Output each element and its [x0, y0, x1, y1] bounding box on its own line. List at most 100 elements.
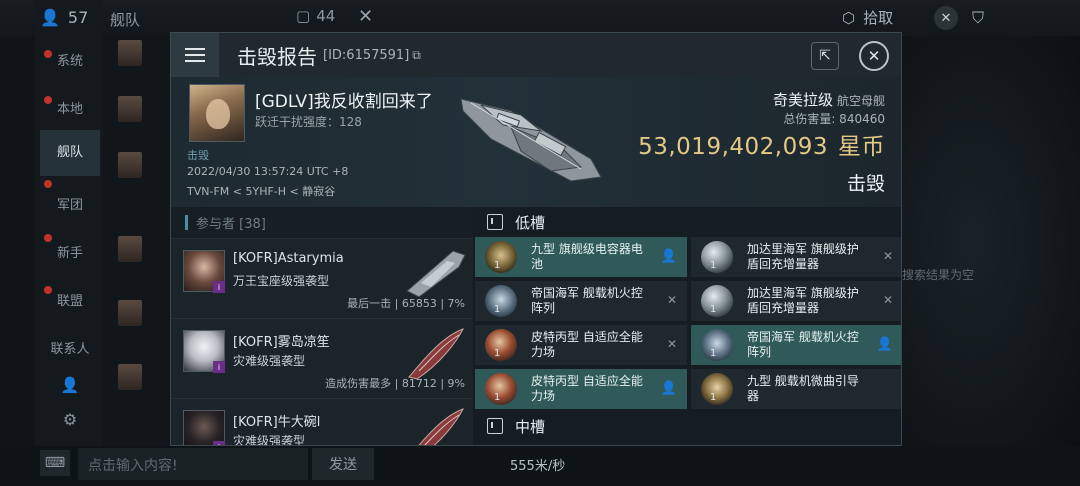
victim-name[interactable]: [GDLV]我反收割回来了 — [255, 87, 433, 112]
module-slot[interactable]: 1 帝国海军 舰载机火控阵列 👤 — [691, 325, 901, 365]
module-slot[interactable]: 1 九型 旗舰级电容器电池 👤 — [475, 237, 687, 277]
participant-ship: 灾难级强袭型 — [233, 354, 306, 368]
profile-icon[interactable]: 👤 — [40, 376, 100, 394]
shield-icon: 1 — [701, 285, 733, 317]
menu-button[interactable] — [171, 33, 219, 77]
participant-row[interactable]: i [KOFR]雾岛凉笙 灾难级强袭型 造成伤害最多 | 81712 | 9% — [171, 319, 473, 399]
slot-icon — [487, 214, 503, 230]
low-slot-header: 低槽 — [473, 207, 901, 237]
kill-report-modal: 击毁报告 [ID:6157591] ⧉ ⇱ ✕ [GDLV]我反收割回来了 跃迁… — [170, 32, 902, 446]
avatar[interactable] — [118, 40, 142, 66]
hamburger-icon — [185, 48, 205, 62]
channel-local[interactable]: 本地 — [40, 98, 100, 117]
module-name: 九型 旗舰级电容器电池 — [531, 242, 643, 271]
close-button[interactable]: ✕ — [859, 41, 889, 71]
participant-row[interactable]: i [KOFR]Astarymia 万王宝座级强袭型 最后一击 | 65853 … — [171, 239, 473, 319]
corp-badge-icon: i — [213, 361, 225, 373]
fitting-panel: 低槽 1 九型 旗舰级电容器电池 👤 1 加达里海军 旗舰级护盾回充增量器 ✕ … — [473, 207, 901, 445]
kill-timestamp: 2022/04/30 13:57:24 UTC +8 — [187, 165, 349, 178]
pickup-close-icon[interactable]: ✕ — [934, 6, 958, 30]
notification-dot — [44, 234, 52, 242]
module-name: 加达里海军 旗舰级护盾回充增量器 — [747, 242, 859, 271]
kill-location[interactable]: TVN-FM < 5YHF-H < 静寂谷 — [187, 183, 335, 199]
notification-dot — [44, 180, 52, 188]
channel-system[interactable]: 系统 — [40, 50, 100, 69]
avatar[interactable] — [118, 96, 142, 122]
user-icon: 👤 — [40, 8, 60, 27]
corp-badge-icon: i — [213, 281, 225, 293]
ship-illustration — [460, 98, 602, 182]
dropped-icon: 👤 — [660, 381, 677, 396]
fleet-close-icon[interactable]: ✕ — [358, 6, 373, 27]
module-name: 皮特丙型 自适应全能力场 — [531, 374, 643, 403]
share-button[interactable]: ⇱ — [811, 42, 839, 70]
cap-battery-icon: 1 — [485, 241, 517, 273]
channel-newbie[interactable]: 新手 — [40, 242, 100, 261]
participant-ship-icon — [418, 408, 465, 445]
avatar[interactable] — [118, 364, 142, 390]
window-icon: ▢ — [296, 7, 311, 25]
warp-guidance-icon: 1 — [701, 373, 733, 405]
corp-badge-icon: i — [213, 441, 225, 445]
victim-portrait[interactable] — [189, 84, 245, 142]
module-name: 帝国海军 舰载机火控阵列 — [531, 286, 643, 315]
module-name: 加达里海军 旗舰级护盾回充增量器 — [747, 286, 859, 315]
channel-corp[interactable]: 军团 — [40, 194, 100, 213]
shield-icon: 1 — [701, 241, 733, 273]
participants-header: 参与者 [38] — [171, 207, 473, 239]
module-name: 皮特丙型 自适应全能力场 — [531, 330, 643, 359]
module-slot[interactable]: 1 加达里海军 旗舰级护盾回充增量器 ✕ — [691, 237, 901, 277]
adaptive-field-icon: 1 — [485, 373, 517, 405]
module-slot[interactable]: 1 加达里海军 旗舰级护盾回充增量器 ✕ — [691, 281, 901, 321]
module-slot[interactable]: 1 皮特丙型 自适应全能力场 👤 — [475, 369, 687, 409]
speed-readout: 555米/秒 — [510, 459, 566, 474]
module-slot[interactable]: 1 皮特丙型 自适应全能力场 ✕ — [475, 325, 687, 365]
fleet-count: ▢ 44 — [296, 7, 336, 25]
drone-control-icon: 1 — [485, 285, 517, 317]
pickup-button[interactable]: ⬡ 拾取 — [842, 7, 893, 28]
participant-name: [KOFR]雾岛凉笙 — [233, 335, 330, 350]
avatar[interactable] — [118, 152, 142, 178]
participant-ship: 万王宝座级强袭型 — [233, 274, 330, 288]
result-label: 击毁 — [846, 173, 885, 195]
send-button[interactable]: 发送 — [312, 448, 374, 480]
scene-panel — [900, 36, 1080, 446]
channel-alliance[interactable]: 联盟 — [40, 290, 100, 309]
report-id: [ID:6157591] — [323, 47, 410, 63]
copy-icon[interactable]: ⧉ — [412, 48, 421, 63]
participant-name: [KOFR]牛大碗l — [233, 415, 321, 430]
avatar[interactable] — [118, 236, 142, 262]
share-icon: ⇱ — [819, 48, 831, 64]
participant-ship: 灾难级强袭型 — [233, 434, 306, 446]
avatar[interactable] — [118, 300, 142, 326]
module-slot[interactable]: 1 九型 舰载机微曲引导器 — [691, 369, 901, 409]
modal-title: 击毁报告 — [237, 44, 317, 69]
kill-summary: [GDLV]我反收割回来了 跃迁干扰强度：128 击毁 2022/04/30 1… — [171, 77, 901, 207]
destroyed-icon: ✕ — [666, 293, 677, 307]
dropped-icon: 👤 — [876, 337, 893, 352]
dropped-icon: 👤 — [660, 249, 677, 264]
cube-icon: ⬡ — [842, 8, 856, 27]
adaptive-field-icon: 1 — [485, 329, 517, 361]
pilot-count[interactable]: 👤 57 — [40, 8, 88, 27]
low-slot-grid: 1 九型 旗舰级电容器电池 👤 1 加达里海军 旗舰级护盾回充增量器 ✕ 1 帝… — [473, 237, 901, 409]
channel-fleet[interactable]: 舰队 — [40, 130, 100, 176]
chat-input[interactable]: 点击输入内容! — [78, 448, 308, 480]
empty-result-text: 搜索结果为空 — [902, 268, 975, 282]
gear-icon[interactable]: ⚙ — [40, 410, 100, 429]
keyboard-icon[interactable]: ⌨ — [40, 450, 70, 476]
ship-name[interactable]: 奇美拉级 航空母舰 — [773, 89, 885, 110]
participant-row[interactable]: i [KOFR]牛大碗l 灾难级强袭型 — [171, 399, 473, 446]
destroyed-icon: ✕ — [882, 249, 893, 263]
channel-contacts[interactable]: 联系人 — [40, 338, 100, 357]
destroyed-icon: ✕ — [882, 293, 893, 307]
total-damage: 总伤害量: 840460 — [783, 112, 885, 126]
top-bar — [0, 0, 1080, 36]
drone-control-icon: 1 — [701, 329, 733, 361]
filter-icon[interactable]: ⛉ — [972, 8, 984, 28]
participant-name: [KOFR]Astarymia — [233, 251, 344, 266]
participant-ship-icon — [406, 250, 466, 298]
destroyed-icon: ✕ — [666, 337, 677, 351]
module-slot[interactable]: 1 帝国海军 舰载机火控阵列 ✕ — [475, 281, 687, 321]
close-icon: ✕ — [867, 47, 881, 65]
